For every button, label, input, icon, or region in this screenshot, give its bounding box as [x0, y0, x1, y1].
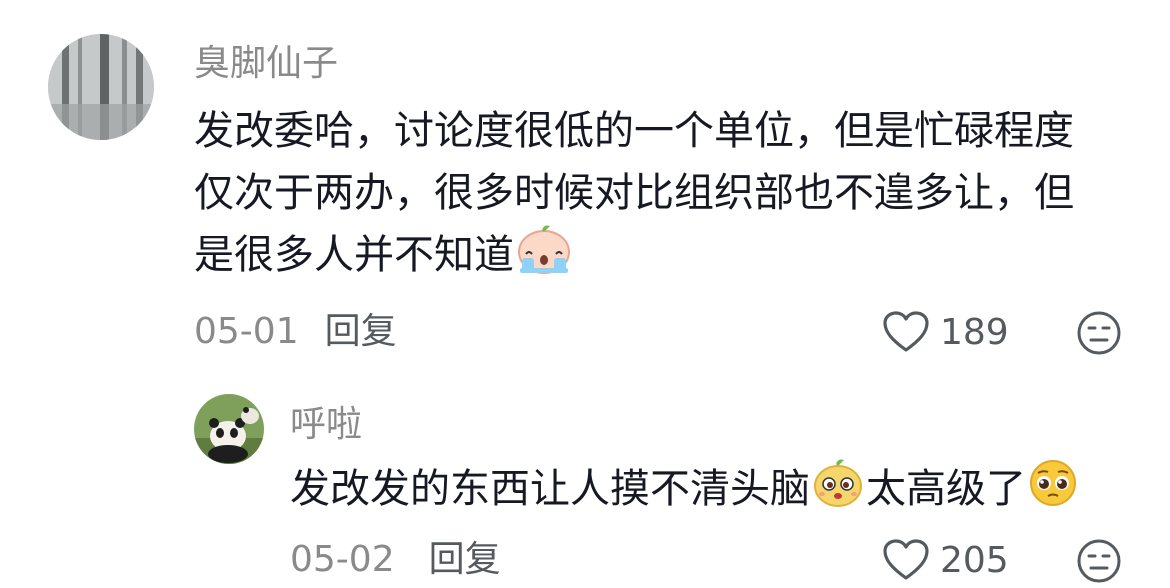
like-button[interactable]: 205 [882, 538, 1009, 582]
misty-forest-avatar [48, 34, 154, 140]
panda-avatar [194, 394, 264, 464]
comment-line: 仅次于两办，很多时候对比组织部也不遑多让，但 [194, 170, 1074, 216]
reply-text: 发改发的东西让人摸不清头脑 太高级了 [290, 458, 1080, 526]
reply-line: 发改发的东西让人摸不清头脑 太高级了 [290, 458, 1080, 526]
reply-button[interactable]: 回复 [429, 539, 501, 580]
username[interactable]: 臭脚仙子 [194, 44, 338, 84]
comment-line: 是很多人并不知道 [194, 224, 1074, 292]
avatar[interactable] [48, 34, 154, 140]
puzzled-bun-emoji [812, 458, 864, 526]
username[interactable]: 呼啦 [290, 405, 362, 445]
pleading-face-emoji [1028, 458, 1078, 526]
crying-bun-emoji [516, 224, 572, 292]
reply-date: 05-02 [290, 539, 395, 580]
avatar[interactable] [194, 394, 264, 464]
heart-outline-icon [883, 539, 929, 580]
comment-line-text: 是很多人并不知道 [194, 232, 514, 278]
meh-face-icon [1077, 311, 1121, 355]
comment-date: 05-01 [194, 311, 299, 352]
like-count: 189 [940, 311, 1009, 353]
reply-meta: 05-02 回复 [290, 540, 501, 580]
reply-text-part: 发改发的东西让人摸不清头脑 [290, 466, 810, 512]
dislike-button[interactable] [1076, 310, 1122, 360]
reply-text-part: 太高级了 [866, 466, 1026, 512]
comment-text: 发改委哈，讨论度很低的一个单位，但是忙碌程度 仅次于两办，很多时候对比组织部也不… [194, 100, 1074, 292]
heart-outline-icon [883, 311, 929, 352]
reply-button[interactable]: 回复 [325, 311, 397, 352]
like-count: 205 [940, 539, 1009, 581]
dislike-button[interactable] [1076, 538, 1122, 588]
comment-line: 发改委哈，讨论度很低的一个单位，但是忙碌程度 [194, 108, 1074, 154]
meh-face-icon [1077, 539, 1121, 583]
comment-meta: 05-01 回复 [194, 312, 397, 352]
like-button[interactable]: 189 [882, 310, 1009, 354]
